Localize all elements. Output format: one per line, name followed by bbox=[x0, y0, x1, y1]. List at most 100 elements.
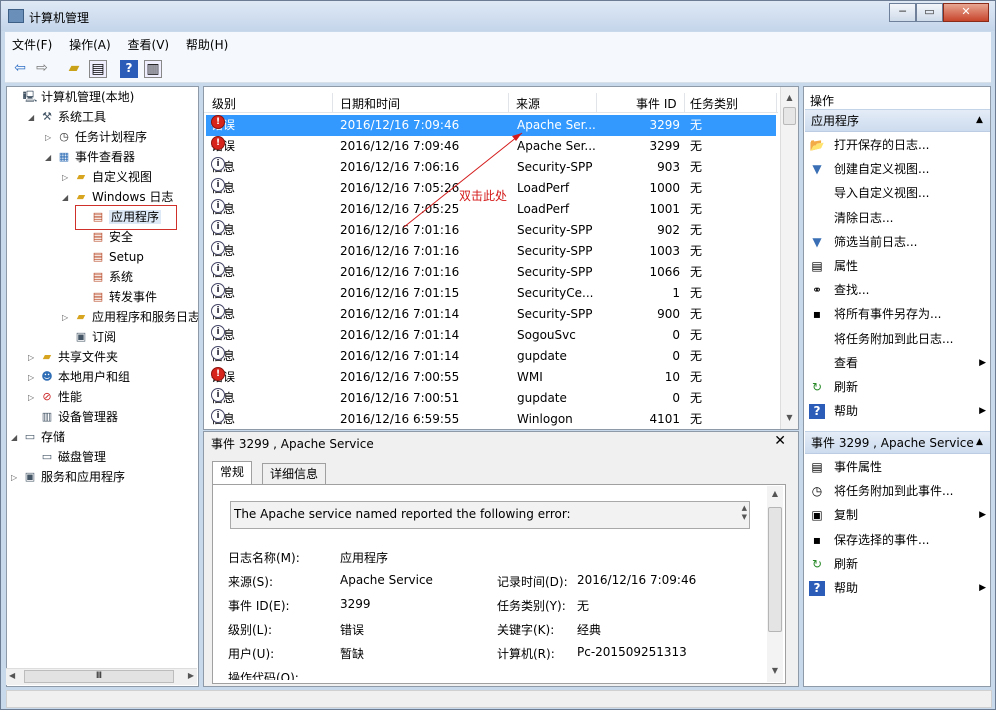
menu-view[interactable]: 查看(V) bbox=[121, 32, 176, 53]
action-item[interactable]: 📂 打开保存的日志... bbox=[809, 134, 989, 156]
action-item[interactable]: ▼ 创建自定义视图... bbox=[809, 158, 989, 180]
action-section-event[interactable]: 事件 3299 , Apache Service bbox=[805, 431, 990, 454]
tree-node[interactable]: ◢ ▭ 存储 bbox=[11, 428, 65, 447]
back-arrow-icon[interactable]: ⇦ bbox=[11, 60, 29, 78]
collapse-caret-icon[interactable]: ▲ bbox=[976, 115, 983, 125]
tree-node[interactable]: ▤ Setup bbox=[79, 248, 144, 267]
detail-scrollbar[interactable]: ▲ ▼ bbox=[767, 486, 783, 682]
menu-help[interactable]: 帮助(H) bbox=[179, 32, 234, 53]
expand-toggle-icon[interactable]: ▷ bbox=[11, 468, 22, 487]
tree-node[interactable]: ▤ 安全 bbox=[79, 228, 133, 247]
tree-node[interactable]: ▷ ☻ 本地用户和组 bbox=[28, 368, 130, 387]
event-list-scrollbar[interactable]: ▲ ▼ bbox=[780, 87, 798, 429]
action-item[interactable]: ▣ 复制 ▶ bbox=[809, 504, 989, 526]
tab-general[interactable]: 常规 bbox=[212, 461, 253, 485]
event-row[interactable]: !错误 2016/12/16 7:09:46 Apache Ser... 3299 无 bbox=[206, 115, 776, 136]
tree-node[interactable]: ▤ 系统 bbox=[79, 268, 133, 287]
help-icon[interactable]: ? bbox=[120, 60, 138, 78]
tab-details[interactable]: 详细信息 bbox=[262, 463, 327, 485]
action-item[interactable]: ↻ 刷新 bbox=[809, 553, 989, 575]
tree-node[interactable]: 🖳 计算机管理(本地) bbox=[11, 88, 135, 107]
col-task-category[interactable]: 任务类别 bbox=[690, 95, 738, 112]
tree-node[interactable]: ▣ 订阅 bbox=[62, 328, 116, 347]
menu-file[interactable]: 文件(F) bbox=[5, 32, 58, 53]
action-item[interactable]: ▼ 筛选当前日志... bbox=[809, 231, 989, 253]
action-item[interactable]: ▪ 保存选择的事件... bbox=[809, 529, 989, 551]
detail-scroll-up-icon[interactable]: ▲ bbox=[767, 489, 783, 498]
minimize-button[interactable]: ─ bbox=[889, 3, 916, 22]
action-section-application[interactable]: 应用程序 bbox=[805, 109, 990, 132]
action-item[interactable]: 查看 ▶ bbox=[809, 352, 989, 374]
tree-node[interactable]: ▷ ▰ 应用程序和服务日志 bbox=[62, 308, 198, 327]
scroll-left-arrow-icon[interactable]: ◀ bbox=[9, 671, 15, 680]
tree-node[interactable]: ◢ ⚒ 系统工具 bbox=[28, 108, 106, 127]
event-row[interactable]: i信息 2016/12/16 7:00:51 gupdate 0无 bbox=[206, 388, 776, 409]
scroll-right-arrow-icon[interactable]: ▶ bbox=[188, 671, 194, 680]
show-action-pane-icon[interactable]: ▥ bbox=[144, 60, 162, 78]
description-scroll-icon[interactable]: ▲ ▼ bbox=[742, 504, 747, 522]
expand-toggle-icon[interactable]: ▷ bbox=[45, 128, 56, 147]
event-row[interactable]: i信息 2016/12/16 7:01:14 SogouSvc 0无 bbox=[206, 325, 776, 346]
expand-toggle-icon[interactable]: ◢ bbox=[11, 428, 22, 447]
action-item[interactable]: ▪ 将所有事件另存为... bbox=[809, 303, 989, 325]
action-item[interactable]: ⚭ 查找... bbox=[809, 279, 989, 301]
forward-arrow-icon[interactable]: ⇨ bbox=[33, 60, 51, 78]
tree-node[interactable]: ▷ ▰ 共享文件夹 bbox=[28, 348, 118, 367]
menu-action[interactable]: 操作(A) bbox=[62, 32, 117, 53]
expand-toggle-icon[interactable]: ▷ bbox=[62, 308, 73, 327]
event-row[interactable]: i信息 2016/12/16 7:01:14 gupdate 0无 bbox=[206, 346, 776, 367]
tree-node[interactable]: ▥ 设备管理器 bbox=[28, 408, 118, 427]
tree-node[interactable]: ▤ 转发事件 bbox=[79, 288, 157, 307]
event-row[interactable]: !错误 2016/12/16 7:00:55 WMI 10 无 bbox=[206, 367, 776, 388]
expand-toggle-icon[interactable]: ▷ bbox=[28, 368, 39, 387]
show-hide-tree-icon[interactable]: ▤ bbox=[89, 60, 107, 78]
action-item[interactable]: ◷ 将任务附加到此事件... bbox=[809, 480, 989, 502]
action-item[interactable]: 导入自定义视图... bbox=[809, 182, 989, 204]
action-item[interactable]: ? 帮助 ▶ bbox=[809, 400, 989, 422]
event-row[interactable]: i信息 2016/12/16 6:59:55 Winlogon 4101 无 bbox=[206, 409, 776, 429]
expand-toggle-icon[interactable]: ▷ bbox=[28, 388, 39, 407]
col-level[interactable]: 级别 bbox=[212, 95, 236, 112]
event-row[interactable]: i信息 2016/12/16 7:01:16 Security-SPP 1003 无 bbox=[206, 241, 776, 262]
collapse-caret-icon[interactable]: ▲ bbox=[976, 437, 983, 447]
up-folder-icon[interactable]: ▰ bbox=[65, 60, 83, 78]
tree-scroll-thumb[interactable]: Ⅲ bbox=[24, 670, 174, 683]
tree-node[interactable]: ◢ ▦ 事件查看器 bbox=[45, 148, 135, 167]
detail-scroll-down-icon[interactable]: ▼ bbox=[767, 666, 783, 675]
event-row[interactable]: i信息 2016/12/16 7:01:16 Security-SPP 1066 无 bbox=[206, 262, 776, 283]
action-item[interactable]: 清除日志... bbox=[809, 207, 989, 229]
tree-node[interactable]: ▭ 磁盘管理 bbox=[28, 448, 106, 467]
action-item[interactable]: ↻ 刷新 bbox=[809, 376, 989, 398]
scroll-up-arrow-icon[interactable]: ▲ bbox=[781, 89, 798, 106]
action-item[interactable]: 将任务附加到此日志... bbox=[809, 328, 989, 350]
action-item[interactable]: ? 帮助 ▶ bbox=[809, 577, 989, 599]
tree-node[interactable]: ▷ ◷ 任务计划程序 bbox=[45, 128, 147, 147]
detail-scroll-thumb[interactable] bbox=[768, 507, 782, 632]
expand-toggle-icon[interactable]: ▷ bbox=[62, 168, 73, 187]
tree-horizontal-scrollbar[interactable]: ◀ Ⅲ ▶ bbox=[6, 668, 197, 685]
col-datetime[interactable]: 日期和时间 bbox=[340, 95, 400, 112]
col-event-id[interactable]: 事件 ID bbox=[636, 95, 677, 112]
event-row[interactable]: i信息 2016/12/16 7:06:16 Security-SPP 903 无 bbox=[206, 157, 776, 178]
event-row[interactable]: i信息 2016/12/16 7:01:15 SecurityCe... 1无 bbox=[206, 283, 776, 304]
scroll-down-arrow-icon[interactable]: ▼ bbox=[781, 409, 798, 426]
event-list-scroll-thumb[interactable] bbox=[783, 107, 796, 125]
col-source[interactable]: 来源 bbox=[516, 95, 540, 112]
close-button[interactable]: ✕ bbox=[943, 3, 989, 22]
event-description[interactable]: The Apache service named reported the fo… bbox=[230, 501, 750, 529]
expand-toggle-icon[interactable]: ▷ bbox=[28, 348, 39, 367]
expand-toggle-icon[interactable]: ◢ bbox=[28, 108, 39, 127]
event-row[interactable]: i信息 2016/12/16 7:01:16 Security-SPP 902 无 bbox=[206, 220, 776, 241]
tree-node[interactable]: ▷ ▰ 自定义视图 bbox=[62, 168, 152, 187]
event-row[interactable]: i信息 2016/12/16 7:01:14 Security-SPP 900 无 bbox=[206, 304, 776, 325]
maximize-button[interactable]: ▭ bbox=[916, 3, 943, 22]
expand-toggle-icon[interactable]: ◢ bbox=[45, 148, 56, 167]
tree-node[interactable]: ▷ ⊘ 性能 bbox=[28, 388, 82, 407]
close-detail-icon[interactable]: ✕ bbox=[774, 433, 786, 449]
expand-toggle-icon[interactable]: ◢ bbox=[62, 188, 73, 207]
tree-node[interactable]: ▷ ▣ 服务和应用程序 bbox=[11, 468, 125, 487]
action-item[interactable]: ▤ 事件属性 bbox=[809, 456, 989, 478]
action-item[interactable]: ▤ 属性 bbox=[809, 255, 989, 277]
event-row[interactable]: !错误 2016/12/16 7:09:46 Apache Ser... 3299 无 bbox=[206, 136, 776, 157]
title-bar[interactable]: 计算机管理 ─ ▭ ✕ bbox=[1, 1, 995, 31]
